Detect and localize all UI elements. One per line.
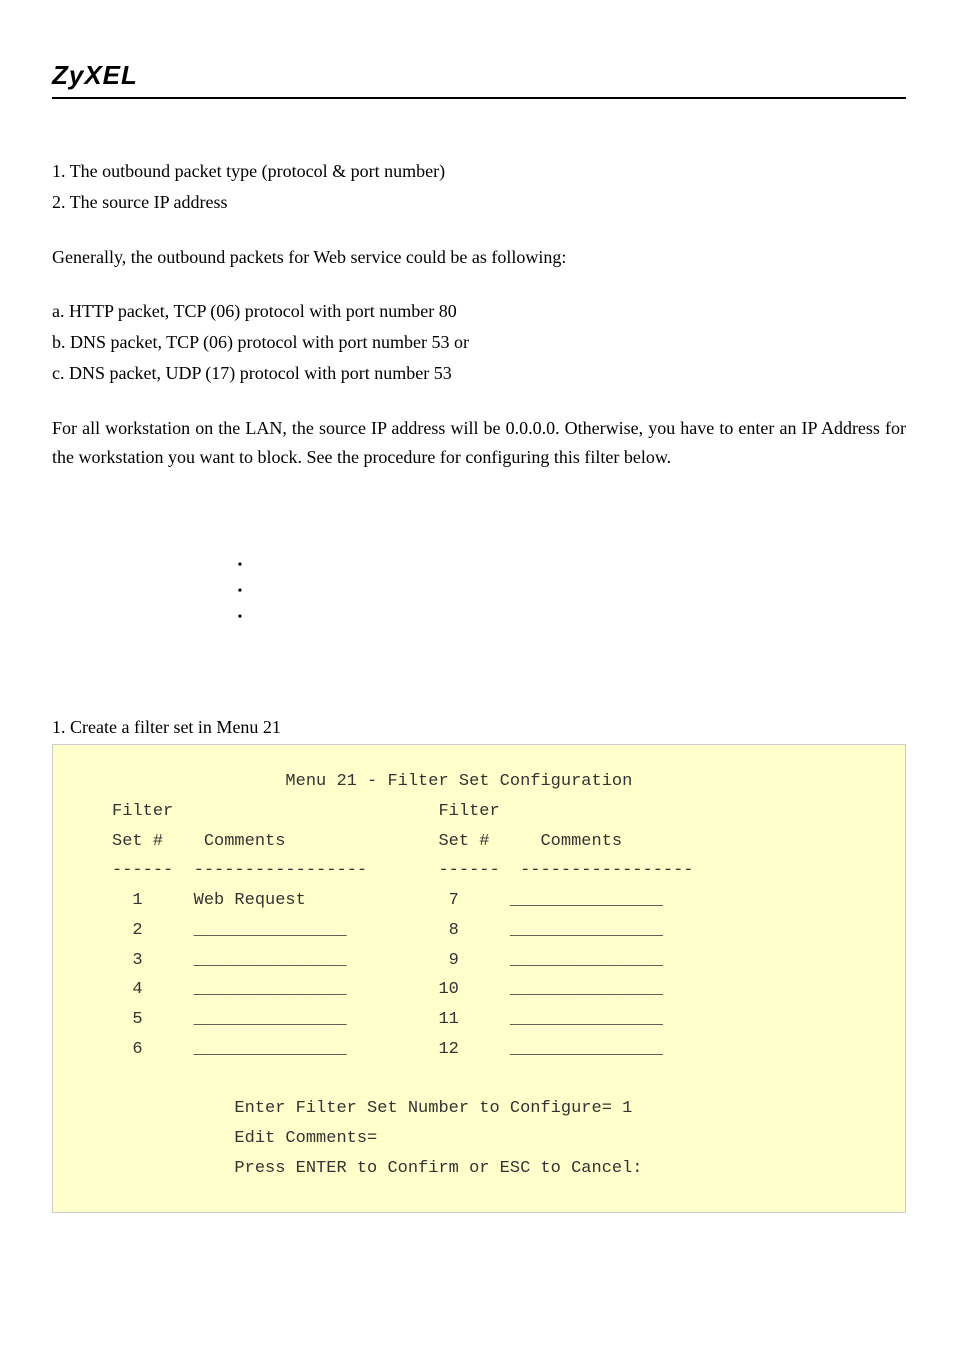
page-header: ZyXEL <box>52 60 906 99</box>
intro-item-2: 2. The source IP address <box>52 188 906 217</box>
bullet-item <box>238 579 906 605</box>
body-text: 1. The outbound packet type (protocol & … <box>52 157 906 1213</box>
packet-item-a: a. HTTP packet, TCP (06) protocol with p… <box>52 297 906 326</box>
terminal-screen: Menu 21 - Filter Set Configuration Filte… <box>52 744 906 1213</box>
intro-paragraph: Generally, the outbound packets for Web … <box>52 243 906 272</box>
bullet-list <box>238 553 906 631</box>
brand-logo: ZyXEL <box>52 60 906 91</box>
bullet-item <box>238 553 906 579</box>
step-heading: 1. Create a filter set in Menu 21 <box>52 713 906 742</box>
terminal-content: Menu 21 - Filter Set Configuration Filte… <box>61 767 897 1184</box>
packet-item-c: c. DNS packet, UDP (17) protocol with po… <box>52 359 906 388</box>
packet-item-b: b. DNS packet, TCP (06) protocol with po… <box>52 328 906 357</box>
intro-item-1: 1. The outbound packet type (protocol & … <box>52 157 906 186</box>
main-paragraph: For all workstation on the LAN, the sour… <box>52 414 906 472</box>
bullet-item <box>238 605 906 631</box>
